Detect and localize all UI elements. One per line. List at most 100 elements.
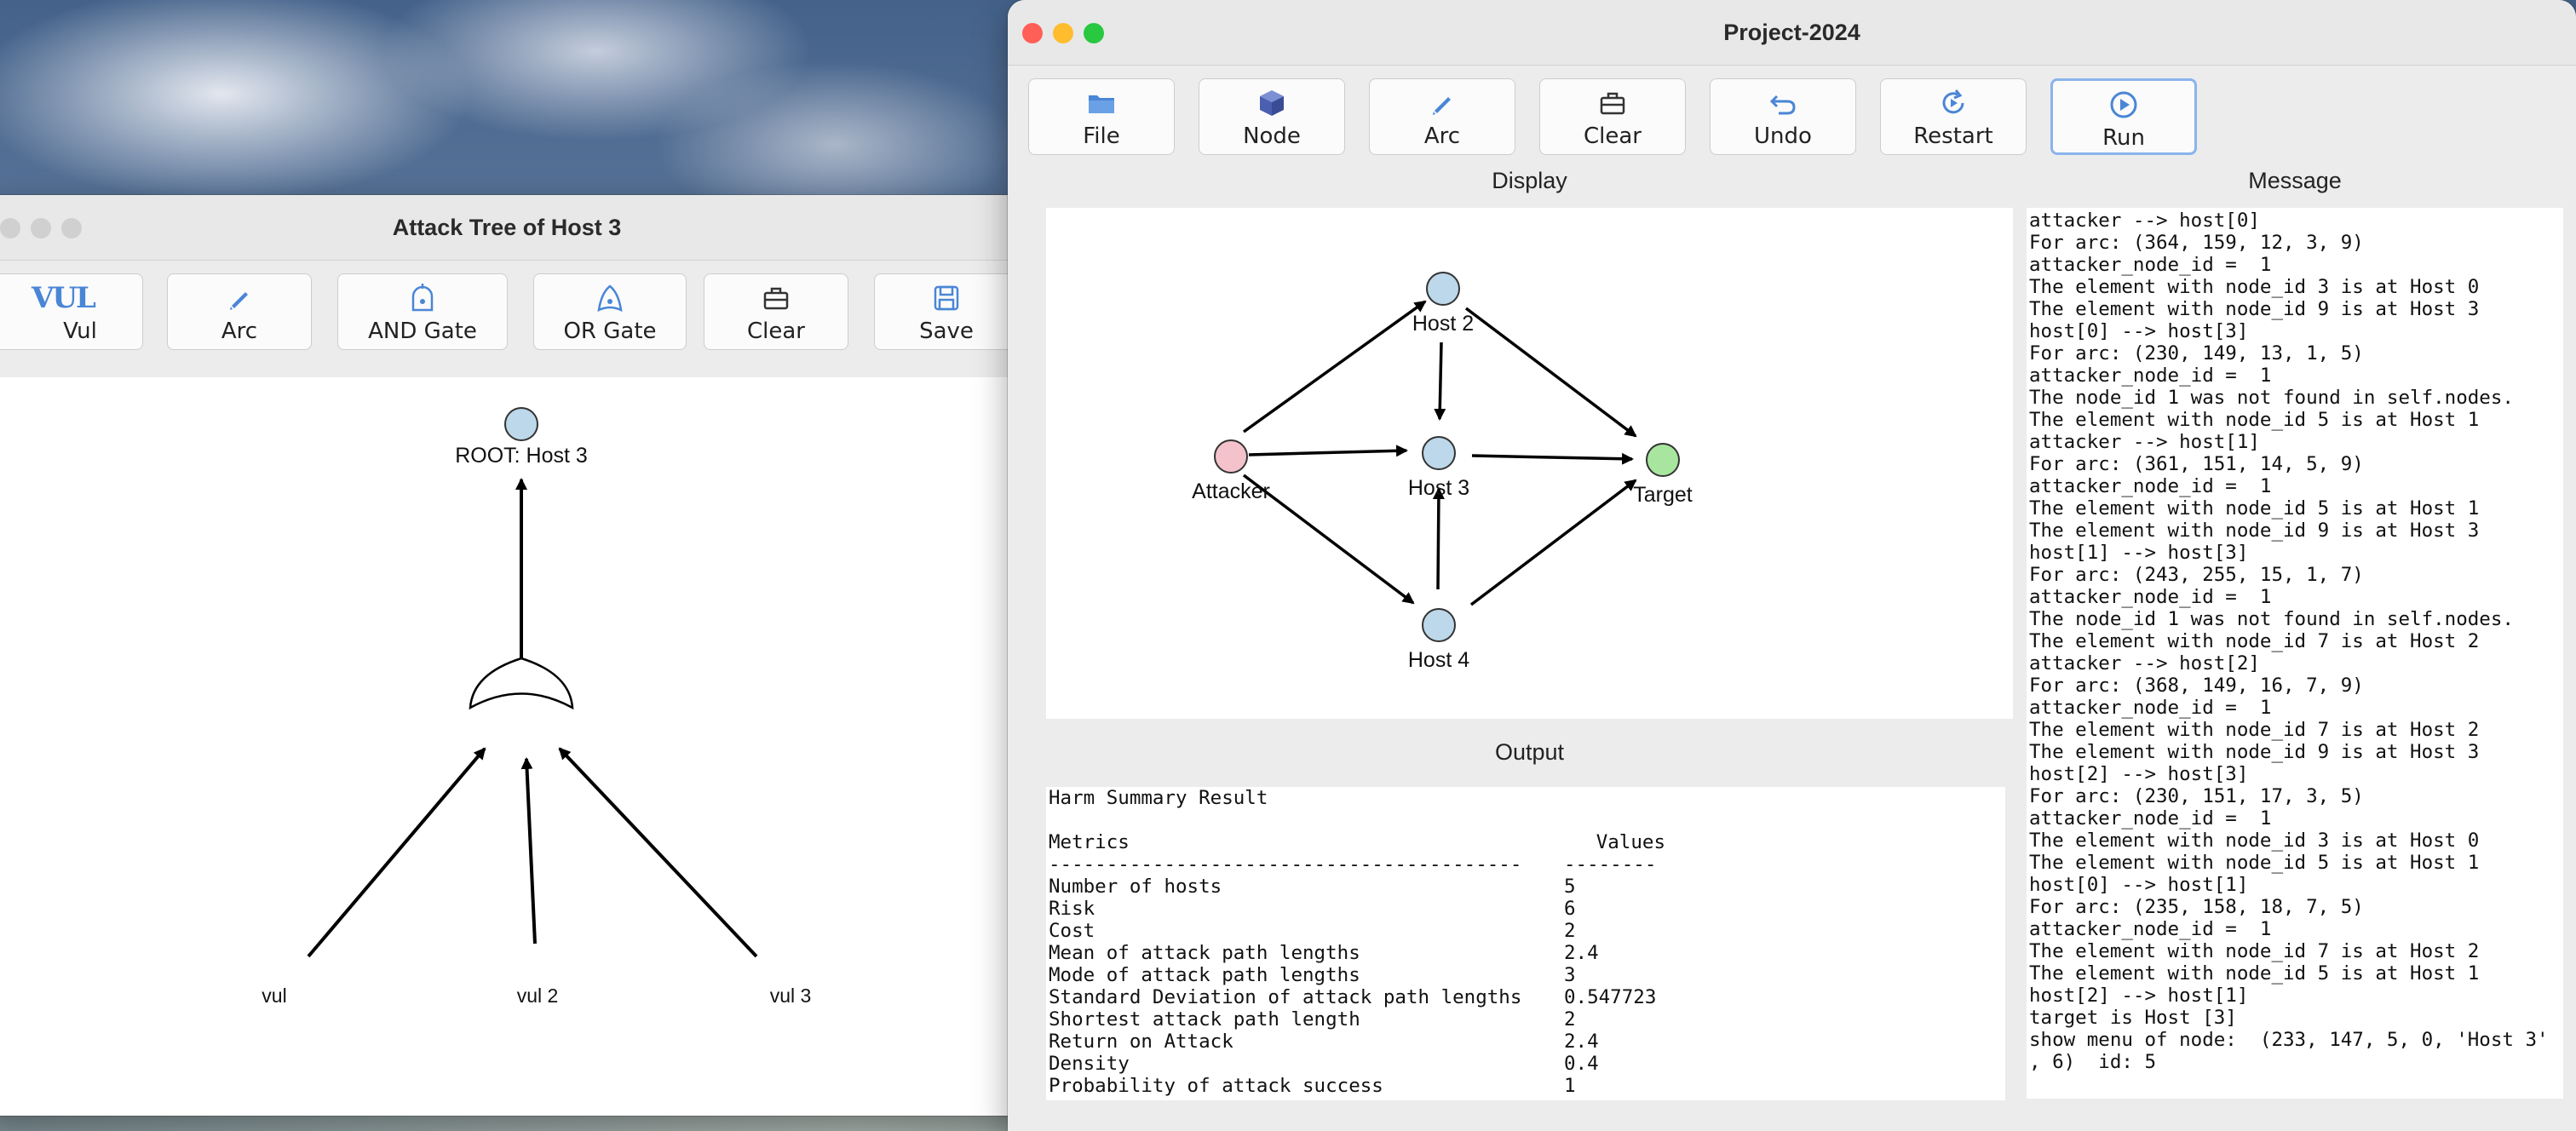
and-gate-button[interactable]: AND Gate: [337, 273, 508, 350]
save-button[interactable]: Save: [874, 273, 1019, 350]
message-line: The element with node_id 9 is at Host 3: [2029, 741, 2480, 763]
attack-tree-canvas[interactable]: ROOT: Host 3 vul vul 2 vul 3: [0, 377, 1031, 1116]
message-line: attacker_node_id = 1: [2029, 254, 2272, 276]
network-graph: Attacker Host 2 Host 3 Host 4 Target: [1192, 272, 1693, 672]
attack-tree-window: Attack Tree of Host 3 VUL Vul Arc AND Ga…: [0, 195, 1031, 1116]
file-label: File: [1083, 123, 1120, 149]
label-host2: Host 2: [1412, 312, 1474, 336]
message-line: The element with node_id 3 is at Host 0: [2029, 830, 2480, 852]
output-value: 0.4: [1564, 1053, 1599, 1075]
clear-tree-label: Clear: [747, 319, 805, 344]
message-line: For arc: (368, 149, 16, 7, 9): [2029, 675, 2364, 697]
restart-icon: [1881, 88, 2026, 118]
vul3-to-gate-arc[interactable]: [558, 747, 758, 958]
display-canvas[interactable]: Attacker Host 2 Host 3 Host 4 Target: [1046, 208, 2013, 719]
attack-tree-diagram: ROOT: Host 3 vul vul 2 vul 3: [262, 407, 812, 1007]
output-value: 3: [1564, 964, 1576, 986]
message-line: The node_id 1 was not found in self.node…: [2029, 608, 2514, 630]
arc-host4-host3[interactable]: [1432, 487, 1445, 590]
cube-icon: [1199, 88, 1344, 118]
clear-button[interactable]: Clear: [1539, 78, 1686, 155]
pen-icon: [1370, 88, 1515, 118]
node-host2[interactable]: [1426, 272, 1460, 306]
play-icon: [2053, 89, 2194, 120]
vul-to-gate-arc[interactable]: [307, 747, 486, 958]
output-row: Density 0.4: [1046, 1053, 1983, 1075]
arc-host2-target[interactable]: [1464, 307, 1637, 438]
node-target[interactable]: [1646, 443, 1680, 477]
save-icon: [875, 283, 1018, 313]
output-row: Probability of attack success 1: [1046, 1075, 1983, 1097]
output-metric: Probability of attack success: [1049, 1075, 1383, 1097]
root-node[interactable]: [504, 407, 538, 441]
output-rule-metrics: ----------------------------------------…: [1049, 853, 1522, 876]
node-host4[interactable]: [1422, 608, 1456, 642]
and-gate-icon: [338, 283, 507, 313]
output-metric: Mean of attack path lengths: [1049, 942, 1360, 964]
arc-host3-target[interactable]: [1471, 452, 1634, 465]
output-metric: Density: [1049, 1053, 1130, 1075]
node-host3[interactable]: [1422, 436, 1456, 470]
run-label: Run: [2102, 125, 2145, 151]
or-gate-icon: [534, 283, 686, 313]
and-gate-label: AND Gate: [368, 319, 477, 344]
save-label: Save: [919, 319, 974, 344]
root-label: ROOT: Host 3: [455, 444, 588, 468]
leaf-vul[interactable]: vul: [262, 985, 286, 1007]
output-value: 2.4: [1564, 1031, 1599, 1053]
arc-attacker-host2[interactable]: [1242, 300, 1427, 433]
undo-label: Undo: [1754, 123, 1812, 149]
output-panel[interactable]: Harm Summary Result Metrics Values -----…: [1046, 787, 2005, 1100]
message-line: The element with node_id 5 is at Host 1: [2029, 497, 2480, 520]
leaf-vul-2[interactable]: vul 2: [517, 985, 559, 1007]
message-line: The element with node_id 7 is at Host 2: [2029, 719, 2480, 741]
vul-button[interactable]: VUL Vul: [0, 273, 143, 350]
undo-icon: [1711, 88, 1855, 118]
output-metric: Number of hosts: [1049, 876, 1222, 898]
message-heading: Message: [2248, 168, 2342, 193]
arc-tool-button[interactable]: Arc: [167, 273, 312, 350]
message-line: For arc: (243, 255, 15, 1, 7): [2029, 564, 2364, 586]
restart-button[interactable]: Restart: [1880, 78, 2027, 155]
output-col-metrics: Metrics: [1049, 831, 1130, 853]
toolbox-icon: [1540, 88, 1685, 118]
vul2-to-gate-arc[interactable]: [520, 757, 537, 944]
output-row: Cost 2: [1046, 920, 1983, 942]
message-line: attacker_node_id = 1: [2029, 365, 2272, 387]
output-metric: Return on Attack: [1049, 1031, 1233, 1053]
arc-button[interactable]: Arc: [1369, 78, 1515, 155]
undo-button[interactable]: Undo: [1710, 78, 1856, 155]
message-line: attacker_node_id = 1: [2029, 697, 2272, 719]
project-titlebar[interactable]: Project-2024: [1008, 0, 2576, 66]
message-line: The element with node_id 9 is at Host 3: [2029, 298, 2480, 320]
message-line: attacker --> host[2]: [2029, 652, 2260, 675]
arc-tool-label: Arc: [221, 319, 258, 344]
message-line: For arc: (364, 159, 12, 3, 9): [2029, 232, 2364, 254]
output-value: 2.4: [1564, 942, 1599, 964]
attack-tree-titlebar[interactable]: Attack Tree of Host 3: [0, 195, 1031, 261]
message-line: target is Host [3]: [2029, 1007, 2237, 1029]
message-panel[interactable]: attacker --> host[0] For arc: (364, 159, …: [2027, 208, 2563, 1099]
folder-icon: [1029, 88, 1174, 118]
or-gate-node[interactable]: [469, 657, 574, 710]
clear-tree-button[interactable]: Clear: [704, 273, 848, 350]
message-log: attacker --> host[0] For arc: (364, 159, …: [2029, 210, 2549, 1073]
leaf-vul-3[interactable]: vul 3: [770, 985, 812, 1007]
output-metric: Standard Deviation of attack path length…: [1049, 986, 1522, 1008]
run-button[interactable]: Run: [2050, 78, 2197, 155]
or-gate-button[interactable]: OR Gate: [533, 273, 687, 350]
arc-host4-target[interactable]: [1469, 479, 1637, 606]
output-value: 6: [1564, 898, 1576, 920]
clear-label: Clear: [1584, 123, 1642, 149]
node-attacker[interactable]: [1214, 439, 1248, 474]
node-button[interactable]: Node: [1199, 78, 1345, 155]
file-button[interactable]: File: [1028, 78, 1175, 155]
output-row: Standard Deviation of attack path length…: [1046, 986, 1983, 1008]
output-metric: Shortest attack path length: [1049, 1008, 1360, 1031]
arc-host2-host3[interactable]: [1434, 342, 1446, 421]
message-line: host[2] --> host[3]: [2029, 763, 2249, 785]
or-gate-label: OR Gate: [563, 319, 657, 344]
message-line: The element with node_id 7 is at Host 2: [2029, 630, 2480, 652]
arc-attacker-host3[interactable]: [1248, 445, 1408, 457]
output-rule-values: --------: [1564, 853, 1657, 876]
